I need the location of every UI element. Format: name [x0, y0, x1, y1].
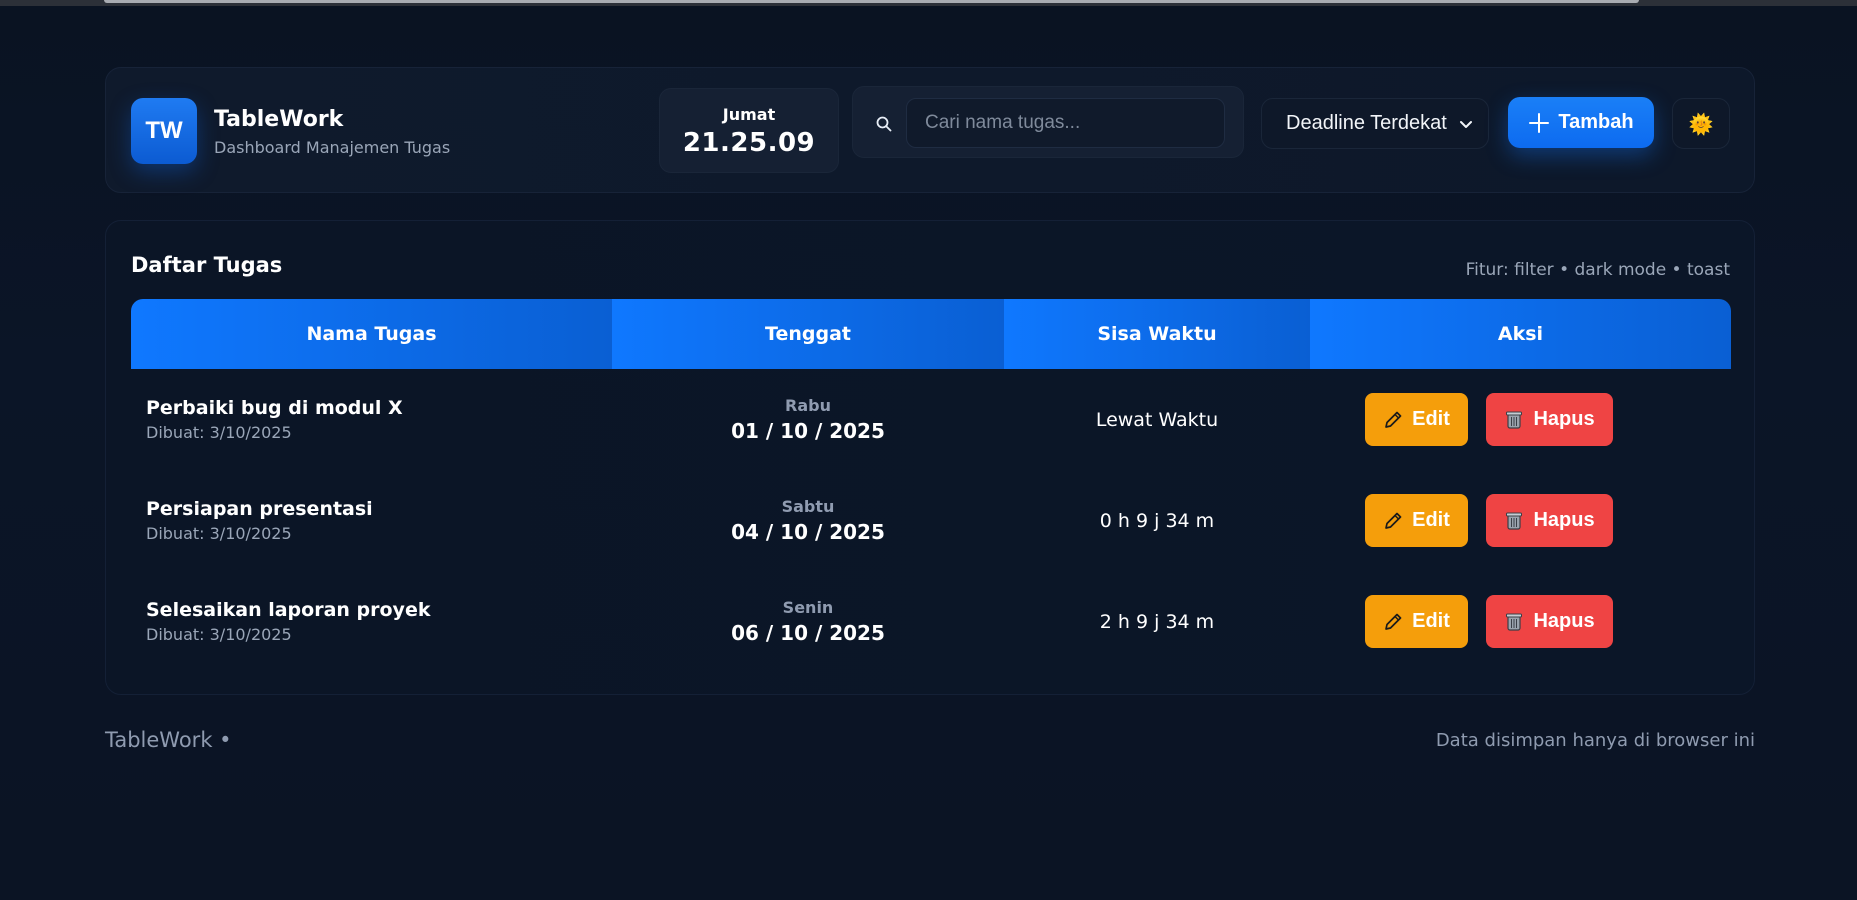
task-list-card: Daftar Tugas Fitur: filter • dark mode •… — [105, 220, 1755, 695]
browser-top-bar — [0, 0, 1857, 6]
task-name: Persiapan presentasi — [146, 498, 373, 520]
remaining-time: Lewat Waktu — [1095, 408, 1219, 431]
chevron-down-icon — [1460, 121, 1472, 128]
column-header-remaining[interactable]: Sisa Waktu — [1004, 299, 1310, 369]
actions-cell: Edit Hapus — [1310, 470, 1731, 571]
app-subtitle: Dashboard Manajemen Tugas — [214, 138, 451, 157]
theme-toggle-button[interactable]: 🌞 — [1672, 98, 1730, 149]
table-row: Selesaikan laporan proyek Dibuat: 3/10/2… — [131, 571, 1731, 672]
edit-label: Edit — [1412, 610, 1450, 632]
deadline-cell: Rabu 01 / 10 / 2025 — [612, 369, 1004, 470]
remaining-cell: 2 h 9 j 34 m — [1004, 571, 1310, 672]
search-box — [852, 86, 1244, 158]
delete-button[interactable]: Hapus — [1485, 595, 1613, 648]
remaining-cell: Lewat Waktu — [1004, 369, 1310, 470]
task-name: Selesaikan laporan proyek — [146, 599, 431, 621]
pencil-icon — [1385, 613, 1402, 630]
column-header-deadline[interactable]: Tenggat — [612, 299, 1004, 369]
add-task-label: Tambah — [1558, 111, 1634, 133]
clock-time: 21.25.09 — [682, 128, 816, 158]
pencil-icon — [1385, 512, 1402, 529]
deadline-date: 01 / 10 / 2025 — [731, 419, 885, 443]
remaining-time: 2 h 9 j 34 m — [1099, 610, 1215, 633]
deadline-cell: Senin 06 / 10 / 2025 — [612, 571, 1004, 672]
deadline-day: Senin — [782, 598, 834, 617]
sun-icon: 🌞 — [1688, 111, 1714, 136]
task-created: Dibuat: 3/10/2025 — [146, 524, 292, 543]
task-name-cell: Selesaikan laporan proyek Dibuat: 3/10/2… — [131, 571, 612, 672]
footer-storage-note: Data disimpan hanya di browser ini — [1435, 730, 1755, 751]
trash-icon — [1506, 512, 1523, 530]
trash-icon — [1506, 411, 1523, 429]
features-note: Fitur: filter • dark mode • toast — [1465, 260, 1730, 280]
delete-button[interactable]: Hapus — [1485, 494, 1613, 547]
sort-select-value: Deadline Terdekat — [1286, 112, 1447, 134]
delete-label: Hapus — [1533, 610, 1595, 632]
search-icon — [876, 116, 892, 132]
header-card: TW TableWork Dashboard Manajemen Tugas J… — [105, 67, 1755, 193]
task-name-cell: Persiapan presentasi Dibuat: 3/10/2025 — [131, 470, 612, 571]
clock-day: Jumat — [722, 105, 776, 124]
edit-button[interactable]: Edit — [1364, 494, 1468, 547]
column-header-actions: Aksi — [1310, 299, 1731, 369]
edit-label: Edit — [1412, 509, 1450, 531]
edit-button[interactable]: Edit — [1364, 393, 1468, 446]
edit-label: Edit — [1412, 408, 1450, 430]
table-row: Persiapan presentasi Dibuat: 3/10/2025 S… — [131, 470, 1731, 571]
table-header: Nama Tugas Tenggat Sisa Waktu Aksi — [131, 299, 1731, 369]
deadline-date: 04 / 10 / 2025 — [731, 520, 885, 544]
deadline-day: Rabu — [785, 396, 831, 415]
section-title: Daftar Tugas — [131, 253, 283, 277]
add-task-button[interactable]: Tambah — [1508, 97, 1654, 148]
actions-cell: Edit Hapus — [1310, 571, 1731, 672]
plus-icon — [1529, 112, 1550, 133]
logo: TW — [131, 98, 197, 164]
footer-brand: TableWork • — [105, 728, 232, 752]
delete-button[interactable]: Hapus — [1485, 393, 1613, 446]
search-input[interactable] — [906, 98, 1225, 148]
remaining-cell: 0 h 9 j 34 m — [1004, 470, 1310, 571]
edit-button[interactable]: Edit — [1364, 595, 1468, 648]
deadline-cell: Sabtu 04 / 10 / 2025 — [612, 470, 1004, 571]
task-table: Nama Tugas Tenggat Sisa Waktu Aksi Perba… — [131, 299, 1731, 672]
delete-label: Hapus — [1533, 509, 1595, 531]
task-name: Perbaiki bug di modul X — [146, 397, 403, 419]
actions-cell: Edit Hapus — [1310, 369, 1731, 470]
task-created: Dibuat: 3/10/2025 — [146, 625, 292, 644]
trash-icon — [1506, 613, 1523, 631]
sort-select[interactable]: Deadline Terdekat — [1261, 98, 1489, 149]
delete-label: Hapus — [1533, 408, 1595, 430]
column-header-name[interactable]: Nama Tugas — [131, 299, 612, 369]
task-created: Dibuat: 3/10/2025 — [146, 423, 292, 442]
remaining-time: 0 h 9 j 34 m — [1099, 509, 1215, 532]
deadline-day: Sabtu — [781, 497, 835, 516]
browser-top-bar-highlight — [104, 0, 1639, 3]
table-row: Perbaiki bug di modul X Dibuat: 3/10/202… — [131, 369, 1731, 470]
deadline-date: 06 / 10 / 2025 — [731, 621, 885, 645]
task-name-cell: Perbaiki bug di modul X Dibuat: 3/10/202… — [131, 369, 612, 470]
app-title: TableWork — [214, 107, 344, 132]
clock-widget: Jumat 21.25.09 — [659, 88, 839, 173]
pencil-icon — [1385, 411, 1402, 428]
